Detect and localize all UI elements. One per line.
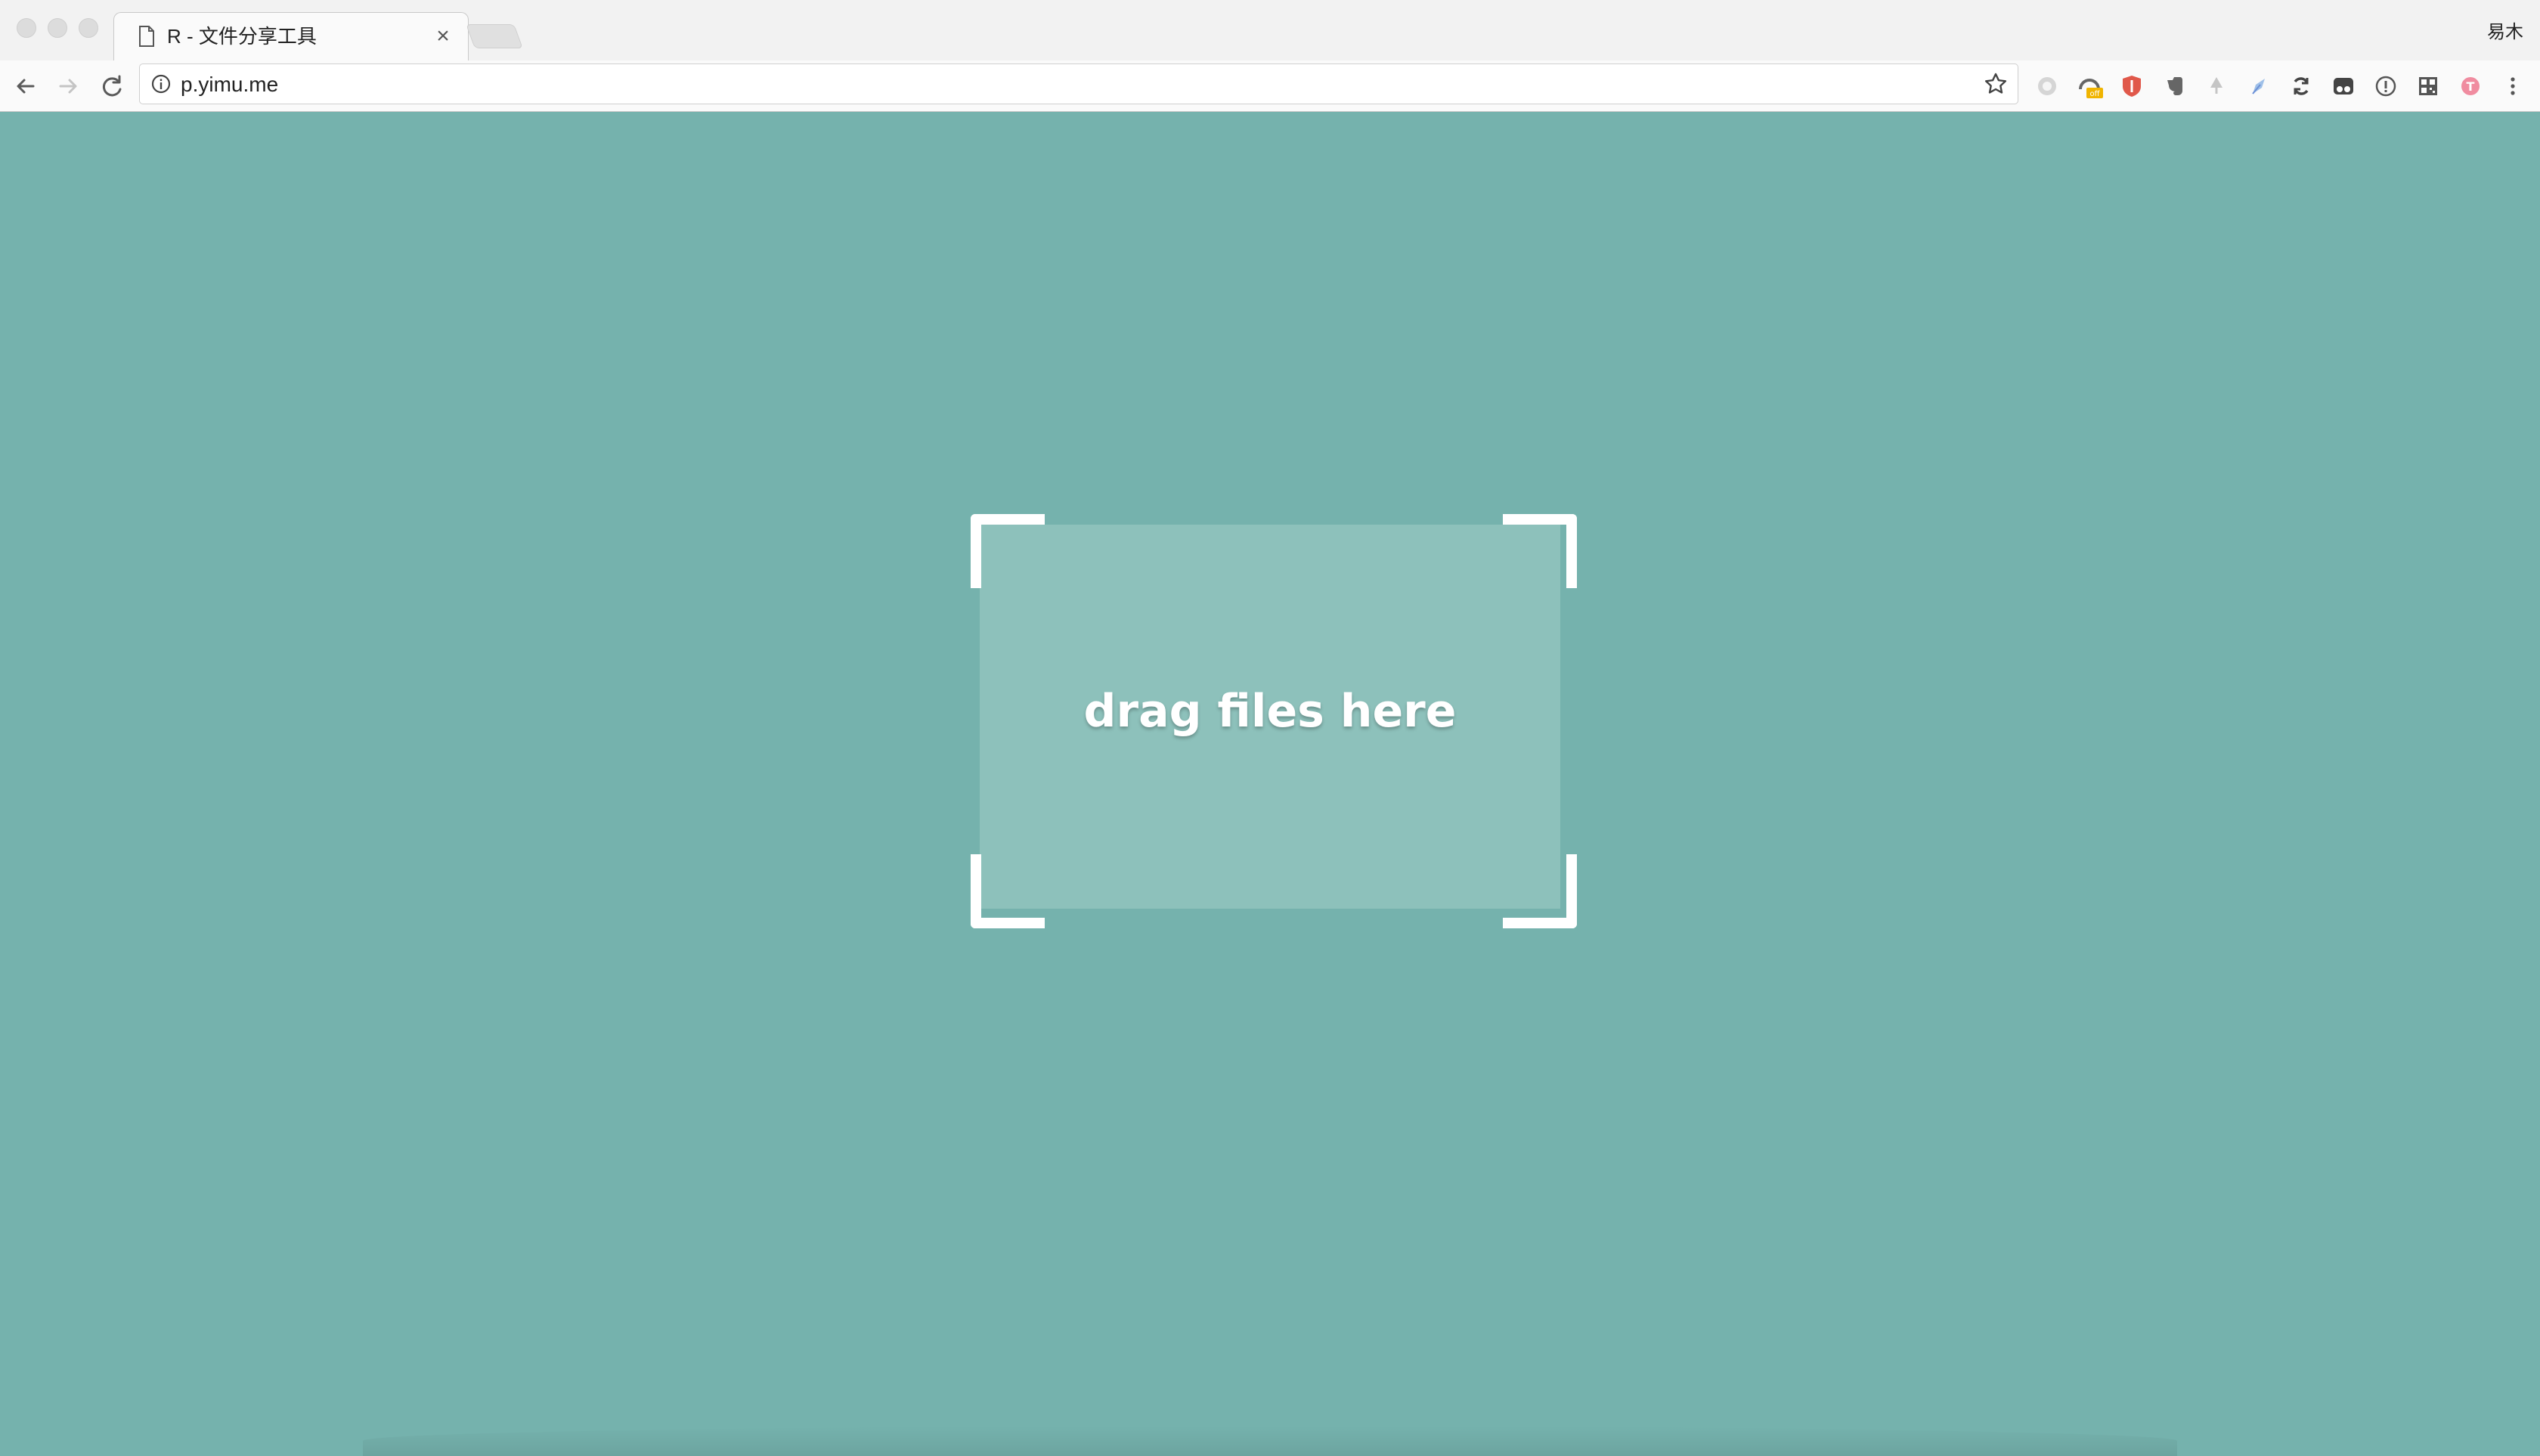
profile-name[interactable]: 易木 bbox=[2487, 17, 2523, 43]
tampermonkey-icon[interactable] bbox=[2328, 71, 2359, 101]
pen-extension-icon[interactable] bbox=[2244, 71, 2274, 101]
close-window-button[interactable] bbox=[17, 18, 36, 38]
info-circle-extension-icon[interactable] bbox=[2371, 71, 2401, 101]
file-drop-zone[interactable]: drag files here bbox=[980, 525, 1560, 909]
reload-icon[interactable] bbox=[97, 71, 127, 101]
url-text[interactable]: p.yimu.me bbox=[181, 72, 278, 98]
sync-extension-icon[interactable] bbox=[2286, 71, 2316, 101]
new-tab-button[interactable] bbox=[466, 24, 523, 48]
browser-toolbar: p.yimu.me off T bbox=[0, 60, 2540, 112]
top-left-corner-bracket bbox=[971, 514, 1045, 588]
site-info-icon[interactable] bbox=[150, 73, 172, 94]
qr-code-extension-icon[interactable] bbox=[2413, 71, 2443, 101]
drop-zone-label: drag files here bbox=[1083, 685, 1457, 738]
user-avatar-extension-icon[interactable]: T bbox=[2455, 71, 2486, 101]
tab-strip: R - 文件分享工具 × 易木 bbox=[0, 0, 2540, 60]
zoom-window-button[interactable] bbox=[79, 18, 98, 38]
back-arrow-icon[interactable] bbox=[11, 71, 41, 101]
off-badge-extension-icon[interactable]: off bbox=[2074, 71, 2105, 101]
tab-close-icon[interactable]: × bbox=[432, 25, 454, 48]
minimize-window-button[interactable] bbox=[48, 18, 67, 38]
document-icon bbox=[137, 25, 156, 48]
circle-extension-icon[interactable] bbox=[2032, 71, 2062, 101]
bottom-left-corner-bracket bbox=[971, 854, 1045, 928]
page-content: drag files here bbox=[0, 112, 2540, 1456]
top-right-corner-bracket bbox=[1503, 514, 1577, 588]
tree-extension-icon[interactable] bbox=[2201, 71, 2232, 101]
bottom-right-corner-bracket bbox=[1503, 854, 1577, 928]
tab-active[interactable]: R - 文件分享工具 × bbox=[113, 12, 469, 60]
shield-extension-icon[interactable] bbox=[2117, 71, 2147, 101]
address-bar[interactable]: p.yimu.me bbox=[139, 64, 2018, 104]
more-menu-icon[interactable] bbox=[2498, 71, 2528, 101]
bottom-shadow bbox=[363, 1426, 2177, 1456]
svg-text:T: T bbox=[2467, 79, 2475, 94]
forward-arrow-icon[interactable] bbox=[53, 71, 83, 101]
svg-text:off: off bbox=[2089, 90, 2100, 98]
evernote-elephant-icon[interactable] bbox=[2159, 71, 2189, 101]
browser-window: R - 文件分享工具 × 易木 p.yimu.me off T drag fil… bbox=[0, 0, 2540, 1456]
tab-title: R - 文件分享工具 bbox=[167, 25, 317, 48]
bookmark-star-icon[interactable] bbox=[1983, 71, 2009, 97]
